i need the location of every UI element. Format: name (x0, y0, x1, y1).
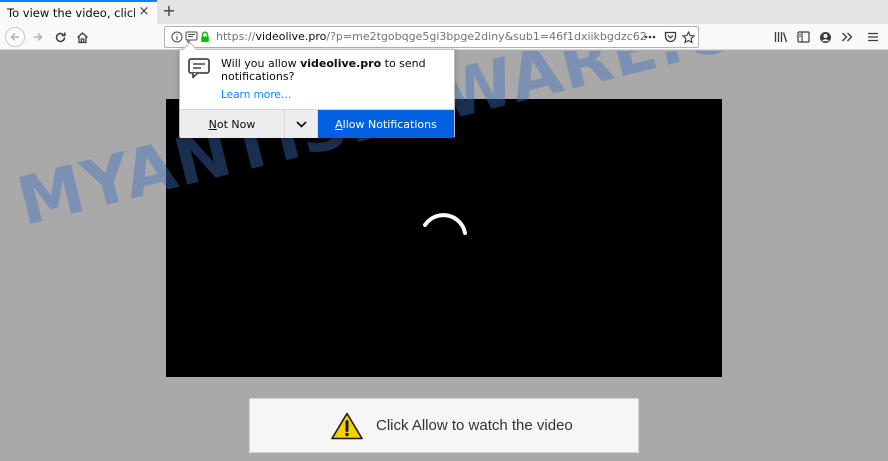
popup-message: Will you allow videolive.pro to send not… (221, 57, 441, 83)
chevron-down-icon (295, 120, 307, 128)
allow-label: llow Notifications (342, 117, 437, 131)
popup-message-prefix: Will you allow (221, 57, 301, 70)
forward-arrow-icon (34, 32, 43, 42)
loading-spinner-icon (423, 213, 467, 235)
bookmark-star-icon[interactable] (681, 30, 695, 44)
navigation-toolbar: https://videolive.pro/?p=me2tgobqge5gi3b… (0, 24, 888, 50)
notification-permission-icon[interactable] (184, 30, 198, 44)
learn-more-link[interactable]: Learn more… (221, 89, 291, 101)
not-now-label: ot Now (216, 117, 256, 131)
permission-dropdown-button[interactable] (285, 110, 318, 138)
url-bar[interactable]: https://videolive.pro/?p=me2tgobqge5gi3b… (164, 26, 699, 48)
active-tab[interactable]: To view the video, click the × (0, 0, 157, 24)
warning-icon (331, 412, 363, 440)
page-actions-icon[interactable] (643, 30, 657, 44)
home-icon (76, 31, 88, 43)
reload-icon (55, 32, 66, 42)
new-tab-button[interactable]: + (160, 2, 178, 20)
hamburger-menu-icon[interactable] (864, 28, 882, 46)
site-info-icon[interactable] (170, 30, 184, 44)
forward-button[interactable] (28, 27, 48, 47)
reload-button[interactable] (50, 27, 70, 47)
tab-close-icon[interactable]: × (137, 5, 151, 19)
library-icon[interactable] (772, 28, 790, 46)
allow-notifications-button[interactable]: Allow Notifications (318, 110, 454, 138)
notification-message-icon (188, 58, 210, 79)
account-icon[interactable] (816, 28, 834, 46)
not-now-button[interactable]: Not Now (180, 110, 285, 138)
url-text[interactable]: https://videolive.pro/?p=me2tgobqge5gi3b… (216, 30, 647, 43)
home-button[interactable] (72, 27, 92, 47)
tab-strip: To view the video, click the × + (0, 0, 888, 24)
tab-title: To view the video, click the (7, 6, 135, 20)
instruction-box: Click Allow to watch the video (249, 398, 639, 453)
back-arrow-icon (5, 27, 25, 47)
instruction-text: Click Allow to watch the video (376, 417, 573, 434)
overflow-chevron-icon[interactable] (838, 28, 856, 46)
not-now-accesskey: N (208, 117, 217, 131)
popup-actions: Not Now Allow Notifications (180, 109, 454, 138)
back-button[interactable] (5, 27, 25, 47)
popup-message-host: videolive.pro (300, 57, 382, 70)
url-scheme: https:// (216, 30, 256, 43)
url-path: /?p=me2tgobqge5gi3bpge2diny&sub1=46f1dxi… (326, 30, 647, 43)
notification-permission-popup: Will you allow videolive.pro to send not… (179, 41, 455, 138)
pocket-icon[interactable] (663, 30, 677, 44)
sidebar-icon[interactable] (794, 28, 812, 46)
allow-accesskey: A (335, 117, 343, 131)
url-host: videolive.pro (255, 30, 327, 43)
padlock-icon[interactable] (198, 30, 212, 44)
